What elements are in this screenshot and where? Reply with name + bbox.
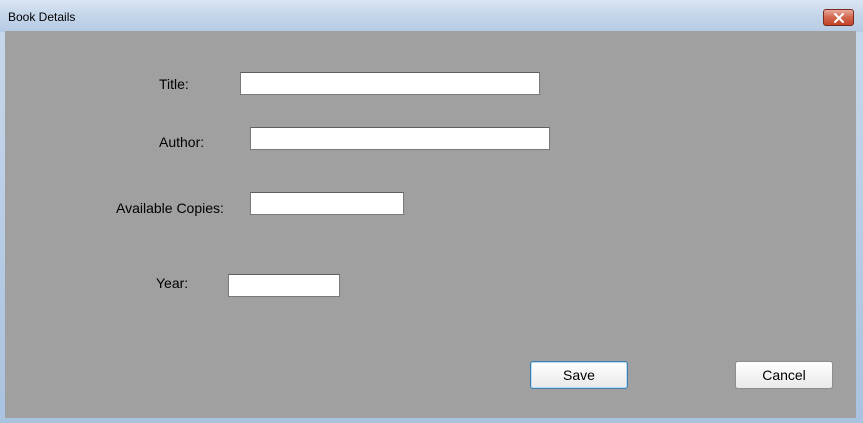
author-field[interactable]: [250, 127, 550, 150]
year-field[interactable]: [228, 274, 340, 297]
year-label: Year:: [156, 275, 189, 291]
book-details-window: Book Details Title: Author: Available Co…: [0, 0, 863, 423]
available-copies-label: Available Copies:: [116, 200, 224, 216]
window-title: Book Details: [8, 10, 76, 24]
cancel-button[interactable]: Cancel: [735, 361, 833, 389]
save-button[interactable]: Save: [530, 361, 628, 389]
close-icon: [834, 13, 844, 23]
title-bar[interactable]: Book Details: [0, 0, 863, 32]
title-field[interactable]: [240, 72, 540, 95]
title-label: Title:: [159, 76, 189, 92]
available-copies-field[interactable]: [250, 192, 404, 215]
author-label: Author:: [159, 134, 205, 150]
close-button[interactable]: [823, 9, 854, 26]
form-area: Title: Author: Available Copies: Year: S…: [5, 31, 856, 418]
